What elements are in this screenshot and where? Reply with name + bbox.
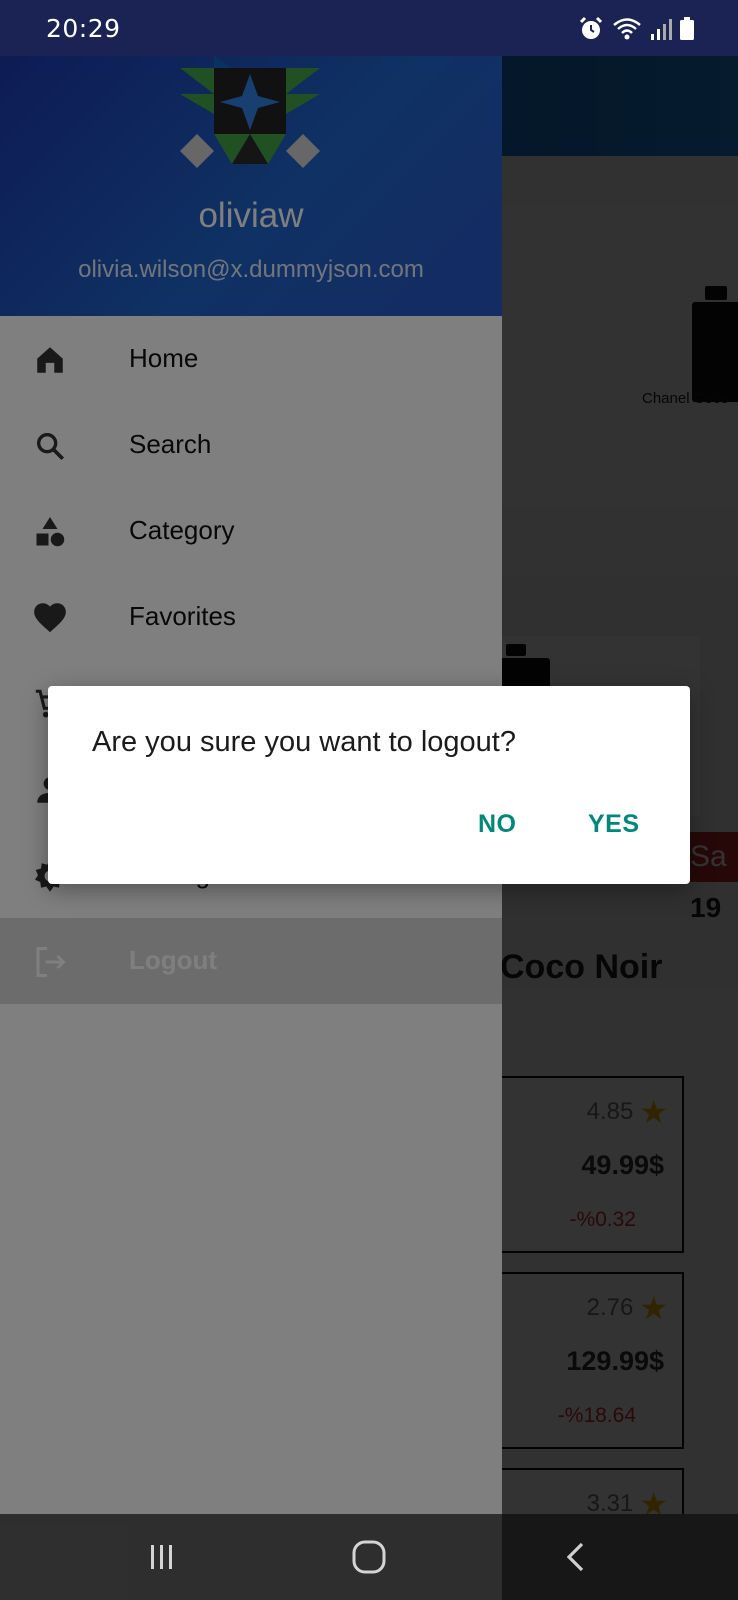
recent-apps-button[interactable] [102, 1514, 222, 1600]
back-button[interactable] [516, 1514, 636, 1600]
status-icons [578, 16, 694, 42]
back-icon [566, 1542, 584, 1572]
home-circle-icon [352, 1540, 386, 1574]
signal-icon [651, 19, 672, 40]
no-button[interactable]: NO [478, 810, 517, 839]
yes-button[interactable]: YES [588, 810, 640, 839]
alarm-icon [579, 16, 603, 39]
recent-apps-icon [151, 1545, 172, 1569]
system-navigation-bar [0, 1514, 738, 1600]
home-button[interactable] [309, 1514, 429, 1600]
status-bar: 20:29 [0, 0, 738, 56]
battery-icon [680, 17, 694, 40]
logout-dialog: Are you sure you want to logout? NO YES [48, 686, 690, 884]
wifi-icon [613, 18, 641, 40]
status-time: 20:29 [46, 14, 121, 43]
dialog-message: Are you sure you want to logout? [92, 726, 516, 758]
